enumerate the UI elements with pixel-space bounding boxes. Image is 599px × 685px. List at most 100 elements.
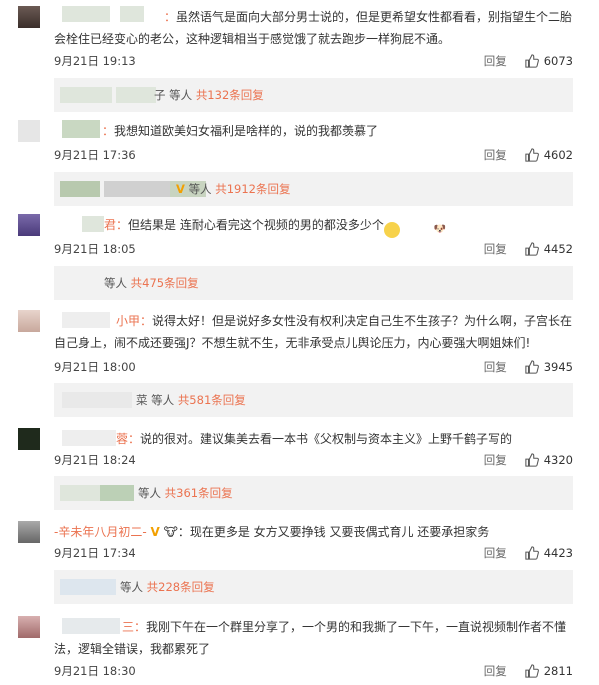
- reply-button[interactable]: 回复: [484, 53, 507, 69]
- comment-text: 君：但结果是 连耐心看完这个视频的男的都没多少个 🐶: [54, 214, 574, 238]
- sub-replies-summary: 子 等人 共132条回复: [154, 78, 264, 112]
- comment-body: 说的很对。建议集美去看一本书《父权制与资本主义》上野千鹤子写的: [140, 432, 513, 446]
- thumbs-up-icon: [525, 54, 539, 68]
- comment-actions: 回复 4602: [484, 147, 573, 163]
- comment-text: ：虽然语气是面向大部分男士说的，但是更希望女性都看看，别指望生个二胎会栓住已经变…: [54, 6, 574, 50]
- sub-replies-names: 菜 等人: [136, 393, 175, 407]
- comment-author[interactable]: 三：: [122, 620, 146, 634]
- blurred-username: [100, 485, 134, 501]
- comment-body: 但结果是 连耐心看完这个视频的男的都没多少个: [128, 218, 384, 232]
- blurred-username: [104, 181, 170, 197]
- like-count: 3945: [543, 360, 573, 374]
- reply-button[interactable]: 回复: [484, 545, 507, 561]
- sub-replies-bar[interactable]: 等人 共228条回复: [54, 570, 573, 604]
- comment-author[interactable]: 蓉：: [116, 432, 140, 446]
- like-button[interactable]: 4602: [525, 147, 573, 163]
- comment-list: ：虽然语气是面向大部分男士说的，但是更希望女性都看看，别指望生个二胎会栓住已经变…: [0, 0, 599, 685]
- comment-body: 我想知道欧美妇女福利是啥样的，说的我都羡慕了: [114, 124, 379, 138]
- sub-replies-bar[interactable]: 菜 等人 共581条回复: [54, 383, 573, 417]
- like-button[interactable]: 4452: [525, 241, 573, 257]
- avatar[interactable]: [18, 310, 40, 332]
- comment-date: 9月21日 17:36: [54, 148, 136, 162]
- comment-author[interactable]: 小甲：: [116, 314, 152, 328]
- sub-replies-link[interactable]: 共132条回复: [196, 88, 264, 102]
- sub-replies-names: 等人: [138, 486, 161, 500]
- comment-date: 9月21日 17:34: [54, 546, 136, 560]
- comment-actions: 回复 6073: [484, 53, 573, 69]
- sub-replies-summary: 等人 共361条回复: [138, 476, 233, 510]
- sub-replies-bar[interactable]: 等人 共361条回复: [54, 476, 573, 510]
- avatar[interactable]: [18, 6, 40, 28]
- like-button[interactable]: 6073: [525, 53, 573, 69]
- comment-date: 9月21日 19:13: [54, 54, 136, 68]
- avatar[interactable]: [18, 521, 40, 543]
- like-button[interactable]: 4320: [525, 452, 573, 468]
- like-button[interactable]: 3945: [525, 359, 573, 375]
- sub-replies-names: 子 等人: [154, 88, 193, 102]
- like-count: 4602: [543, 148, 573, 162]
- thumbs-up-icon: [525, 148, 539, 162]
- comment-author[interactable]: ：: [102, 124, 114, 138]
- sub-replies-bar[interactable]: V 等人 共1912条回复: [54, 172, 573, 206]
- thumbs-up-icon: [525, 360, 539, 374]
- reply-button[interactable]: 回复: [484, 241, 507, 257]
- comment-text: 蓉：说的很对。建议集美去看一本书《父权制与资本主义》上野千鹤子写的: [54, 428, 574, 450]
- comment-body: ：现在更多是 女方又要挣钱 又要丧偶式育儿 还要承担家务: [177, 525, 490, 539]
- sub-replies-names: 等人: [104, 276, 127, 290]
- thumbs-up-icon: [525, 453, 539, 467]
- comment-text: ：我想知道欧美妇女福利是啥样的，说的我都羡慕了: [54, 120, 574, 142]
- sub-replies-link[interactable]: 共581条回复: [178, 393, 246, 407]
- avatar[interactable]: [18, 428, 40, 450]
- thumbs-up-icon: [525, 664, 539, 678]
- comment-date: 9月21日 18:24: [54, 453, 136, 467]
- comment-text: 小甲：说得太好！但是说好多女性没有权利决定自己生不生孩子？为什么啊，子宫长在自己…: [54, 310, 574, 354]
- reply-button[interactable]: 回复: [484, 359, 507, 375]
- comment-text: 三：我刚下午在一个群里分享了，一个男的和我撕了一下午，一直说视频制作者不懂法，逻…: [54, 616, 574, 660]
- like-count: 6073: [543, 54, 573, 68]
- blurred-username: [116, 87, 156, 103]
- sub-replies-link[interactable]: 共361条回复: [165, 486, 233, 500]
- like-button[interactable]: 4423: [525, 545, 573, 561]
- sub-replies-link[interactable]: 共228条回复: [147, 580, 215, 594]
- dog-face-emoji: 🐶: [383, 222, 446, 238]
- sub-replies-link[interactable]: 共475条回复: [131, 276, 199, 290]
- sub-replies-names: 等人: [188, 182, 212, 196]
- comment-actions: 回复 4452: [484, 241, 573, 257]
- comment-date: 9月21日 18:30: [54, 664, 136, 678]
- comment-date: 9月21日 18:00: [54, 360, 136, 374]
- comment-actions: 回复 4320: [484, 452, 573, 468]
- sub-replies-summary: V 等人 共1912条回复: [176, 172, 291, 206]
- blurred-username: [62, 392, 132, 408]
- comment-author[interactable]: 君：: [104, 218, 128, 232]
- blurred-username: [60, 579, 116, 595]
- vip-badge-icon: V: [176, 182, 185, 196]
- blurred-username: [60, 181, 100, 197]
- avatar[interactable]: [18, 616, 40, 638]
- like-button[interactable]: 2811: [525, 663, 573, 679]
- sub-replies-link[interactable]: 共1912条回复: [215, 182, 290, 196]
- comment-author[interactable]: ：: [164, 10, 176, 24]
- comment-actions: 回复 3945: [484, 359, 573, 375]
- sub-replies-summary: 等人 共475条回复: [104, 266, 199, 300]
- like-count: 2811: [543, 664, 573, 678]
- comment-actions: 回复 4423: [484, 545, 573, 561]
- like-count: 4320: [543, 453, 573, 467]
- reply-button[interactable]: 回复: [484, 663, 507, 679]
- sub-replies-bar[interactable]: 等人 共475条回复: [54, 266, 573, 300]
- sub-replies-bar[interactable]: 子 等人 共132条回复: [54, 78, 573, 112]
- comment-body: 虽然语气是面向大部分男士说的，但是更希望女性都看看，别指望生个二胎会栓住已经变心…: [54, 10, 573, 46]
- comment-date: 9月21日 18:05: [54, 242, 136, 256]
- avatar[interactable]: [18, 120, 40, 142]
- thumbs-up-icon: [525, 546, 539, 560]
- reply-button[interactable]: 回复: [484, 452, 507, 468]
- sub-replies-summary: 菜 等人 共581条回复: [136, 383, 246, 417]
- thumbs-up-icon: [525, 242, 539, 256]
- like-count: 4423: [543, 546, 573, 560]
- comment-author[interactable]: -辛未年八月初二-: [54, 525, 147, 539]
- sub-replies-names: 等人: [120, 580, 143, 594]
- avatar[interactable]: [18, 214, 40, 236]
- blurred-username: [60, 485, 100, 501]
- like-count: 4452: [543, 242, 573, 256]
- comment-actions: 回复 2811: [484, 663, 573, 679]
- reply-button[interactable]: 回复: [484, 147, 507, 163]
